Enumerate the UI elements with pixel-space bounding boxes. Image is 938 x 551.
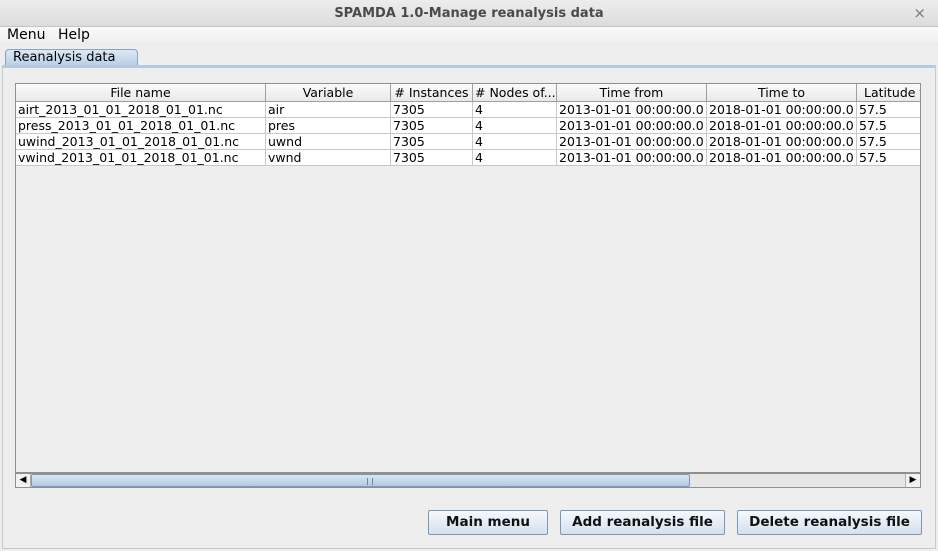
delete-reanalysis-file-button[interactable]: Delete reanalysis file: [737, 510, 922, 535]
cell-latitude: 57.5: [857, 134, 920, 150]
cell-nodes: 4: [473, 134, 557, 150]
cell-instances: 7305: [391, 118, 473, 134]
cell-time-to: 2018-01-01 00:00:00.0: [707, 118, 857, 134]
cell-time-from: 2013-01-01 00:00:00.0: [557, 150, 707, 166]
cell-file-name: vwind_2013_01_01_2018_01_01.nc: [16, 150, 266, 166]
cell-instances: 7305: [391, 134, 473, 150]
cell-variable: air: [266, 102, 391, 118]
menu-help[interactable]: Help: [58, 27, 90, 43]
scroll-left-arrow-icon[interactable]: ◀: [16, 474, 31, 487]
table-body: airt_2013_01_01_2018_01_01.nc air 7305 4…: [16, 102, 920, 166]
cell-variable: vwnd: [266, 150, 391, 166]
cell-latitude: 57.5: [857, 118, 920, 134]
menu-bar: Menu Help: [0, 27, 938, 46]
reanalysis-table[interactable]: File name Variable # Instances # Nodes o…: [15, 83, 921, 473]
table-row[interactable]: press_2013_01_01_2018_01_01.nc pres 7305…: [16, 118, 920, 134]
cell-time-from: 2013-01-01 00:00:00.0: [557, 118, 707, 134]
scroll-right-arrow-icon[interactable]: ▶: [905, 474, 920, 487]
scrollbar-grip-icon: [367, 478, 373, 485]
table-header: File name Variable # Instances # Nodes o…: [16, 84, 920, 102]
cell-nodes: 4: [473, 118, 557, 134]
add-reanalysis-file-button[interactable]: Add reanalysis file: [560, 510, 725, 535]
column-header-file-name[interactable]: File name: [16, 84, 266, 102]
cell-instances: 7305: [391, 102, 473, 118]
column-header-variable[interactable]: Variable: [266, 84, 391, 102]
menu-menu[interactable]: Menu: [7, 27, 45, 43]
cell-time-from: 2013-01-01 00:00:00.0: [557, 102, 707, 118]
column-header-instances[interactable]: # Instances: [391, 84, 473, 102]
cell-instances: 7305: [391, 150, 473, 166]
scrollbar-thumb[interactable]: [31, 474, 690, 487]
column-header-nodes[interactable]: # Nodes of...: [473, 84, 557, 102]
table-row[interactable]: uwind_2013_01_01_2018_01_01.nc uwnd 7305…: [16, 134, 920, 150]
title-bar: SPAMDA 1.0-Manage reanalysis data ×: [0, 0, 938, 27]
cell-time-to: 2018-01-01 00:00:00.0: [707, 102, 857, 118]
table-row[interactable]: vwind_2013_01_01_2018_01_01.nc vwnd 7305…: [16, 150, 920, 166]
cell-nodes: 4: [473, 150, 557, 166]
cell-variable: uwnd: [266, 134, 391, 150]
horizontal-scrollbar[interactable]: ◀ ▶: [15, 473, 921, 488]
main-menu-button[interactable]: Main menu: [428, 510, 548, 535]
cell-file-name: airt_2013_01_01_2018_01_01.nc: [16, 102, 266, 118]
cell-latitude: 57.5: [857, 150, 920, 166]
cell-time-to: 2018-01-01 00:00:00.0: [707, 150, 857, 166]
column-header-time-from[interactable]: Time from: [557, 84, 707, 102]
cell-variable: pres: [266, 118, 391, 134]
column-header-time-to[interactable]: Time to: [707, 84, 857, 102]
cell-file-name: press_2013_01_01_2018_01_01.nc: [16, 118, 266, 134]
close-button[interactable]: ×: [913, 4, 926, 22]
table-row[interactable]: airt_2013_01_01_2018_01_01.nc air 7305 4…: [16, 102, 920, 118]
cell-file-name: uwind_2013_01_01_2018_01_01.nc: [16, 134, 266, 150]
column-header-latitude[interactable]: Latitude f: [857, 84, 920, 102]
cell-time-from: 2013-01-01 00:00:00.0: [557, 134, 707, 150]
cell-nodes: 4: [473, 102, 557, 118]
window-title: SPAMDA 1.0-Manage reanalysis data: [334, 6, 604, 21]
cell-time-to: 2018-01-01 00:00:00.0: [707, 134, 857, 150]
cell-latitude: 57.5: [857, 102, 920, 118]
